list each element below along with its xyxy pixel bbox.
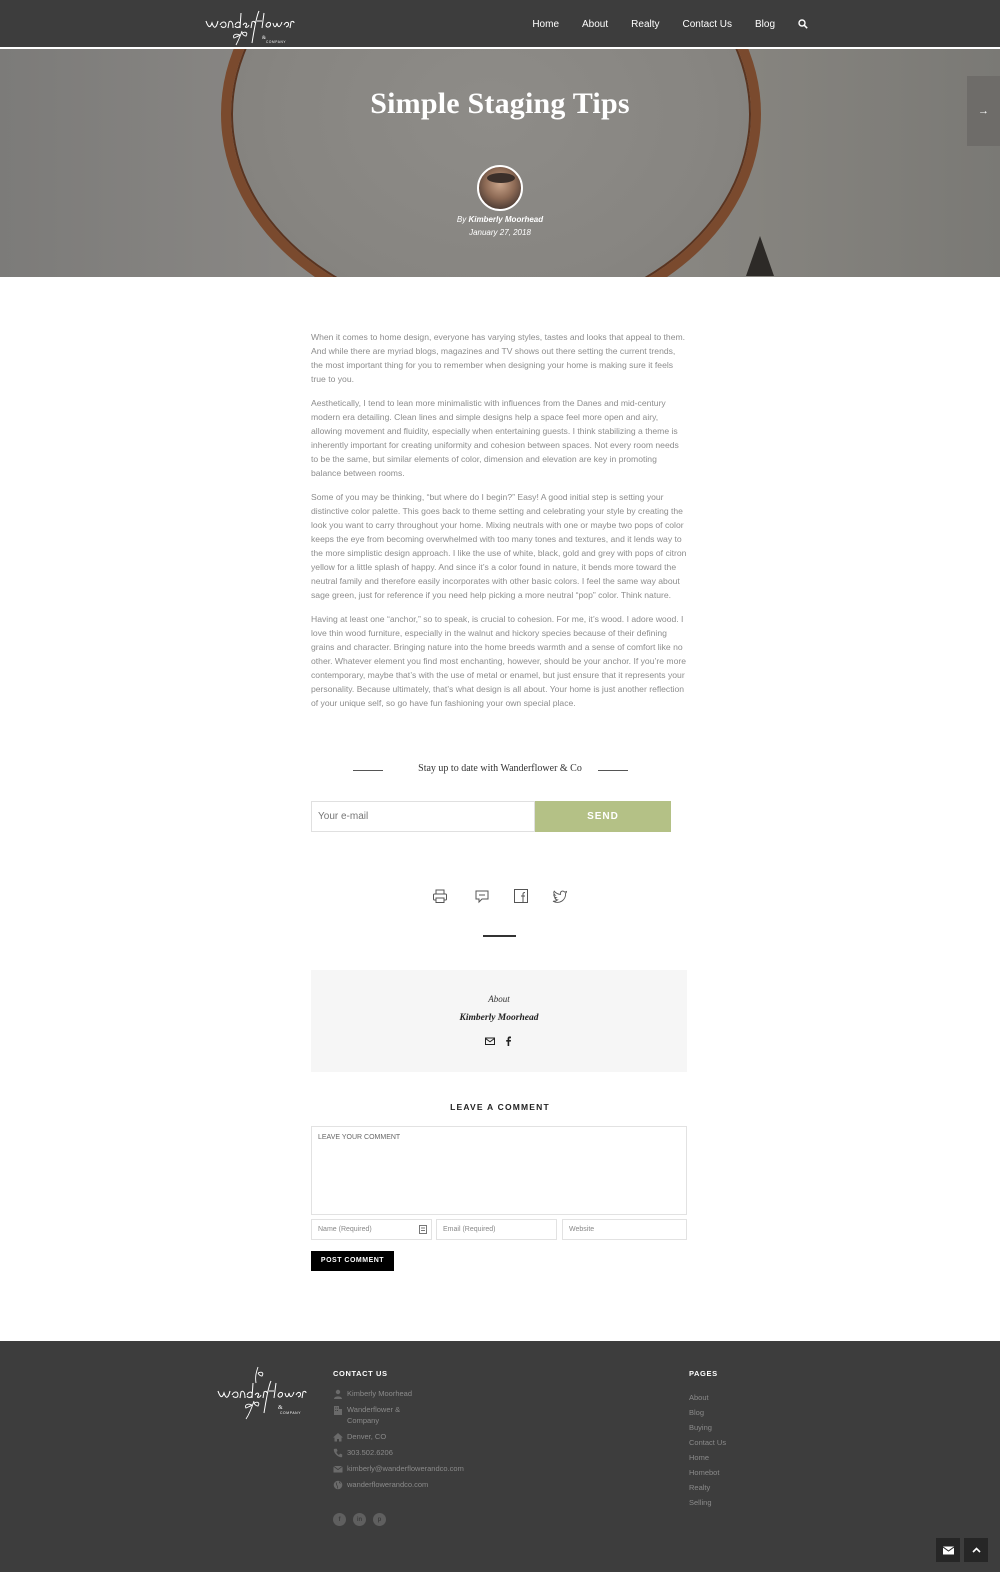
nav-blog[interactable]: Blog (755, 19, 775, 30)
contact-website[interactable]: wanderflowerandco.com (347, 1479, 428, 1490)
footer-pages-heading: PAGES (689, 1369, 718, 1378)
site-footer: & COMPANY CONTACT US Kimberly Moorhead W… (0, 1341, 1000, 1572)
contact-row: Denver, CO (333, 1431, 503, 1442)
scroll-to-top-button[interactable] (964, 1538, 988, 1562)
post-byline: By Kimberly Moorhead (0, 215, 1000, 224)
article-paragraph: Some of you may be thinking, “but where … (311, 492, 687, 600)
contact-row: wanderflowerandco.com (333, 1479, 503, 1490)
footer-page-link[interactable]: Blog (689, 1405, 726, 1420)
contact-row: Wanderflower & Company (333, 1404, 503, 1426)
globe-icon (333, 1480, 343, 1490)
nav-about[interactable]: About (582, 19, 608, 30)
footer-contact-list: Kimberly Moorhead Wanderflower & Company… (333, 1388, 503, 1495)
footer-page-link[interactable]: Contact Us (689, 1435, 726, 1450)
website-field[interactable]: Website (562, 1219, 687, 1240)
footer-social-icons: f in p (333, 1513, 386, 1526)
about-social-icons (311, 1036, 687, 1046)
footer-page-link[interactable]: Selling (689, 1495, 726, 1510)
website-placeholder: Website (569, 1226, 595, 1233)
facebook-icon[interactable] (513, 888, 529, 904)
home-icon (333, 1433, 343, 1442)
site-header: & COMPANY Home About Realty Contact Us B… (0, 0, 1000, 49)
byline-prefix: By (456, 215, 467, 224)
person-icon (334, 1389, 342, 1399)
main-nav: Home About Realty Contact Us Blog (532, 0, 808, 48)
footer-page-link[interactable]: Home (689, 1450, 726, 1465)
hero-lamp (746, 236, 774, 276)
building-icon (334, 1406, 342, 1415)
email-field[interactable]: Email (Required) (436, 1219, 557, 1240)
newsletter-title: Stay up to date with Wanderflower & Co (418, 763, 582, 774)
hero-banner: Simple Staging Tips By Kimberly Moorhead… (0, 49, 1000, 277)
autofill-icon[interactable] (419, 1225, 427, 1234)
mail-icon (333, 1465, 343, 1473)
comment-textarea[interactable]: LEAVE YOUR COMMENT (311, 1126, 687, 1215)
envelope-icon (942, 1546, 954, 1554)
hero-mirror-frame (221, 49, 761, 277)
author-about-box: About Kimberly Moorhead (311, 970, 687, 1072)
twitter-icon[interactable] (552, 888, 568, 904)
contact-company: Wanderflower & Company (347, 1405, 401, 1425)
facebook-icon[interactable]: f (333, 1513, 346, 1526)
contact-name: Kimberly Moorhead (347, 1389, 413, 1398)
article-body: When it comes to home design, everyone h… (311, 330, 687, 720)
comment-icon[interactable] (474, 888, 490, 904)
article-paragraph: Aesthetically, I tend to lean more minim… (311, 398, 679, 478)
name-placeholder: Name (Required) (318, 1226, 372, 1233)
article-paragraph: Having at least one “anchor,” so to spea… (311, 614, 686, 708)
leave-comment-title: LEAVE A COMMENT (450, 1102, 550, 1112)
svg-text:COMPANY: COMPANY (266, 40, 286, 44)
contact-row: kimberly@wanderflowerandco.com (333, 1463, 503, 1474)
newsletter-line-right (598, 770, 628, 771)
footer-page-link[interactable]: About (689, 1390, 726, 1405)
phone-icon (333, 1448, 343, 1458)
svg-text:COMPANY: COMPANY (280, 1411, 301, 1415)
comment-placeholder: LEAVE YOUR COMMENT (318, 1134, 401, 1141)
footer-page-link[interactable]: Homebot (689, 1465, 726, 1480)
print-icon[interactable] (432, 888, 448, 904)
newsletter-email-input[interactable] (311, 801, 535, 832)
footer-page-link[interactable]: Buying (689, 1420, 726, 1435)
footer-logo[interactable]: & COMPANY (214, 1365, 310, 1421)
name-field[interactable]: Name (Required) (311, 1219, 432, 1240)
about-label: About (488, 994, 510, 1004)
post-comment-button[interactable]: POST COMMENT (311, 1251, 394, 1271)
footer-page-link[interactable]: Realty (689, 1480, 726, 1495)
chevron-up-icon (971, 1547, 981, 1553)
pinterest-icon[interactable]: p (373, 1513, 386, 1526)
contact-email[interactable]: kimberly@wanderflowerandco.com (347, 1463, 464, 1474)
article-paragraph: When it comes to home design, everyone h… (311, 332, 686, 384)
nav-home[interactable]: Home (532, 19, 559, 30)
arrow-right-icon: → (978, 105, 989, 117)
nav-contact-us[interactable]: Contact Us (683, 19, 732, 30)
contact-row: 303.502.6206 (333, 1447, 503, 1458)
linkedin-icon[interactable]: in (353, 1513, 366, 1526)
post-title: Simple Staging Tips (370, 87, 630, 120)
contact-row: Kimberly Moorhead (333, 1388, 503, 1399)
about-author-name: Kimberly Moorhead (459, 1013, 539, 1023)
post-date: January 27, 2018 (469, 228, 531, 237)
newsletter-send-button[interactable]: SEND (535, 801, 671, 832)
footer-contact-heading: CONTACT US (333, 1369, 388, 1378)
nav-realty[interactable]: Realty (631, 19, 659, 30)
footer-pages-list: About Blog Buying Contact Us Home Homebo… (689, 1390, 726, 1510)
wanderflower-logo[interactable]: & COMPANY (202, 3, 297, 47)
mail-icon[interactable] (485, 1036, 495, 1046)
contact-mail-button[interactable] (936, 1538, 960, 1562)
contact-location: Denver, CO (347, 1432, 387, 1441)
share-divider (483, 935, 516, 937)
next-post-button[interactable]: → (967, 76, 1000, 146)
email-placeholder: Email (Required) (443, 1226, 496, 1233)
search-icon[interactable] (798, 19, 808, 29)
author-link[interactable]: Kimberly Moorhead (468, 215, 543, 224)
author-avatar[interactable] (477, 165, 523, 211)
contact-phone[interactable]: 303.502.6206 (347, 1447, 393, 1458)
facebook-icon[interactable] (503, 1036, 513, 1046)
